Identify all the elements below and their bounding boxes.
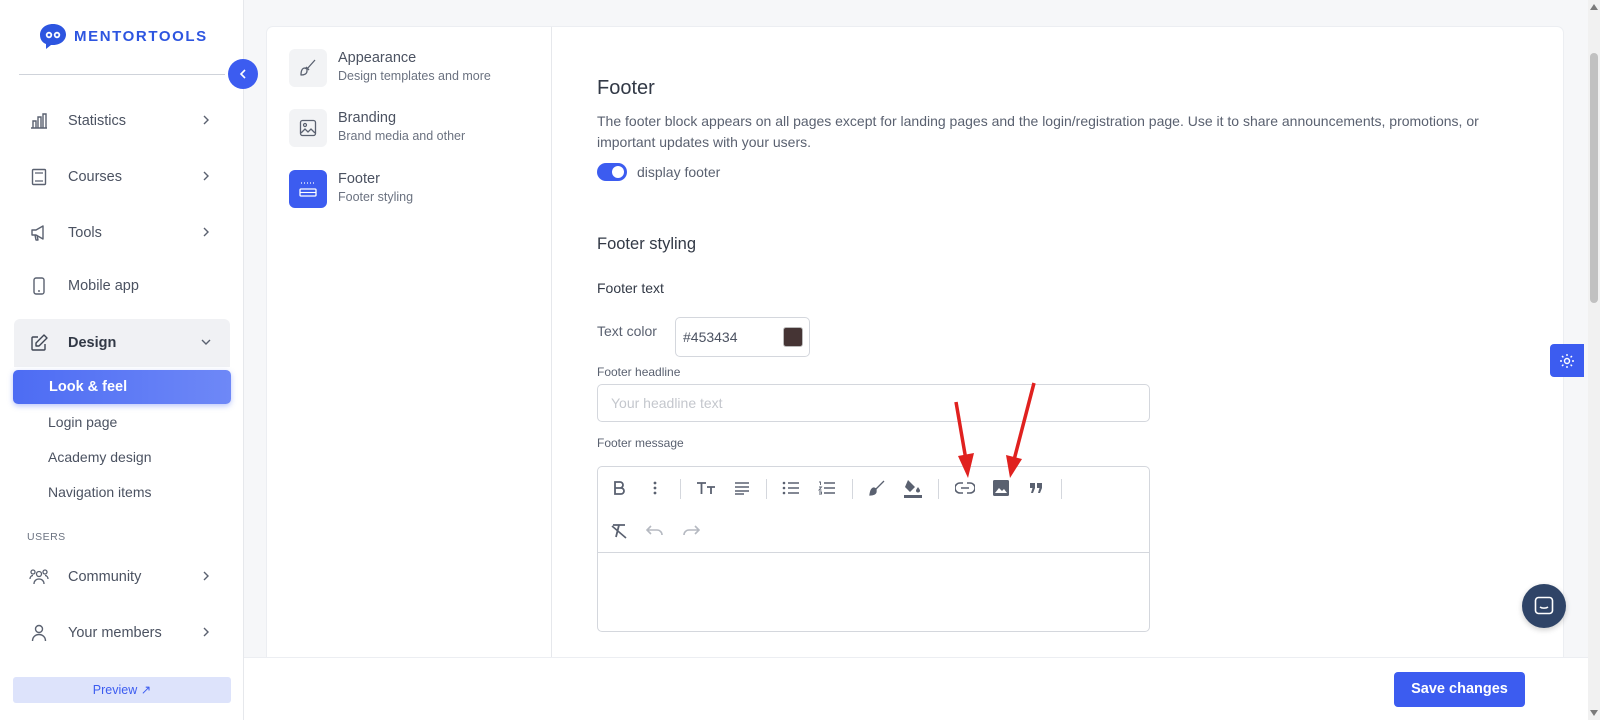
- footer-description: The footer block appears on all pages ex…: [597, 113, 1479, 150]
- user-icon: [28, 622, 50, 644]
- sidebar: MENTORTOOLS Statistics Courses Tools Mob…: [0, 0, 244, 720]
- settings-nav-footer[interactable]: Footer Footer styling: [289, 170, 413, 208]
- quote-icon[interactable]: [1025, 477, 1047, 499]
- page-title: Footer: [597, 77, 655, 99]
- brand-name: MENTORTOOLS: [74, 27, 208, 45]
- settings-nav-title: Appearance: [338, 50, 417, 66]
- footer-settings-panel: Footer The footer block appears on all p…: [597, 27, 1517, 657]
- sidebar-item-statistics[interactable]: Statistics: [14, 97, 230, 145]
- bold-icon[interactable]: [608, 477, 630, 499]
- preview-button[interactable]: Preview ↗: [13, 677, 231, 703]
- settings-nav-subtitle: Brand media and other: [338, 129, 466, 143]
- people-icon: [28, 566, 50, 588]
- display-footer-label: display footer: [637, 164, 721, 180]
- editor-toolbar: [598, 467, 1149, 553]
- phone-icon: [28, 275, 50, 297]
- toolbar-divider: [766, 479, 767, 499]
- undo-icon[interactable]: [644, 520, 666, 542]
- footer-headline-label: Footer headline: [597, 365, 681, 379]
- footer-headline-input[interactable]: [597, 384, 1150, 422]
- chevron-right-icon: [203, 171, 209, 181]
- sidebar-subitem-academy-design[interactable]: Academy design: [48, 449, 152, 465]
- redo-icon[interactable]: [680, 520, 702, 542]
- toolbar-divider: [680, 479, 681, 499]
- scroll-down-arrow-icon[interactable]: [1590, 710, 1598, 716]
- settings-nav: Appearance Design templates and more Bra…: [267, 27, 552, 657]
- settings-fab[interactable]: [1550, 344, 1584, 377]
- section-title-footer-text: Footer text: [597, 280, 664, 296]
- sidebar-item-label: Design: [68, 335, 117, 351]
- chevron-right-icon: [203, 115, 209, 125]
- robot-logo-icon: [40, 24, 66, 49]
- chevron-right-icon: [203, 627, 209, 637]
- chat-icon: [1534, 596, 1554, 615]
- brush-icon: [289, 49, 327, 87]
- settings-nav-title: Branding: [338, 110, 397, 126]
- text-color-field[interactable]: #453434: [675, 317, 810, 357]
- color-swatch[interactable]: [783, 327, 803, 347]
- more-vertical-icon[interactable]: [644, 477, 666, 499]
- link-icon[interactable]: [954, 477, 976, 499]
- divider: [19, 74, 225, 75]
- sidebar-item-label: Your members: [68, 625, 162, 641]
- numbered-list-icon[interactable]: [816, 477, 838, 499]
- sidebar-item-mobile-app[interactable]: Mobile app: [14, 262, 230, 310]
- bullet-list-icon[interactable]: [780, 477, 802, 499]
- settings-nav-appearance[interactable]: Appearance Design templates and more: [289, 49, 491, 87]
- book-icon: [28, 166, 50, 188]
- text-size-icon[interactable]: [695, 477, 717, 499]
- section-title-footer-styling: Footer styling: [597, 235, 697, 253]
- image-icon[interactable]: [990, 477, 1012, 499]
- page-scrollbar[interactable]: [1588, 0, 1600, 720]
- collapse-sidebar-button[interactable]: [228, 59, 258, 89]
- text-color-value: #453434: [683, 329, 738, 345]
- clear-format-icon[interactable]: [608, 520, 630, 542]
- logo[interactable]: MENTORTOOLS: [38, 22, 208, 50]
- sidebar-item-label: Community: [68, 569, 142, 585]
- brush-color-icon[interactable]: [866, 477, 888, 499]
- sidebar-item-design[interactable]: Design: [14, 319, 230, 367]
- footer-message-label: Footer message: [597, 436, 684, 450]
- settings-nav-subtitle: Design templates and more: [338, 69, 491, 83]
- sidebar-item-label: Tools: [68, 225, 102, 241]
- chevron-right-icon: [203, 571, 209, 581]
- footer-layout-icon: [289, 170, 327, 208]
- save-changes-button[interactable]: Save changes: [1394, 672, 1525, 707]
- sidebar-item-courses[interactable]: Courses: [14, 153, 230, 201]
- settings-card: Appearance Design templates and more Bra…: [267, 27, 1563, 657]
- settings-nav-subtitle: Footer styling: [338, 190, 414, 204]
- chat-launcher[interactable]: [1522, 584, 1566, 628]
- sidebar-subitem-navigation-items[interactable]: Navigation items: [48, 484, 152, 500]
- sidebar-subitem-look-and-feel[interactable]: Look & feel: [13, 370, 231, 404]
- megaphone-icon: [28, 222, 50, 244]
- sidebar-item-label: Courses: [68, 169, 122, 185]
- chevron-right-icon: [203, 227, 209, 237]
- footer-message-textarea[interactable]: [598, 553, 1149, 631]
- align-icon[interactable]: [731, 477, 753, 499]
- image-icon: [289, 109, 327, 147]
- section-label-users: USERS: [27, 531, 66, 543]
- gear-icon: [1560, 353, 1574, 368]
- scroll-up-arrow-icon[interactable]: [1590, 4, 1598, 10]
- chevron-left-icon: [239, 69, 246, 79]
- toolbar-divider: [852, 479, 853, 499]
- scrollbar-thumb[interactable]: [1590, 53, 1598, 303]
- text-color-label: Text color: [597, 323, 657, 339]
- toolbar-divider: [938, 479, 939, 499]
- sidebar-item-your-members[interactable]: Your members: [14, 609, 230, 657]
- sidebar-item-tools[interactable]: Tools: [14, 209, 230, 257]
- sidebar-item-community[interactable]: Community: [14, 553, 230, 601]
- chevron-down-icon: [201, 339, 211, 345]
- toolbar-divider: [1061, 479, 1062, 499]
- settings-nav-title: Footer: [338, 171, 380, 187]
- sidebar-item-label: Statistics: [68, 113, 127, 129]
- sidebar-subitem-login-page[interactable]: Login page: [48, 414, 117, 430]
- fill-color-icon[interactable]: [902, 477, 924, 499]
- settings-nav-branding[interactable]: Branding Brand media and other: [289, 109, 465, 147]
- edit-icon: [28, 332, 50, 354]
- footer-message-editor: [597, 466, 1150, 632]
- bar-chart-icon: [28, 110, 50, 132]
- display-footer-toggle[interactable]: [597, 163, 627, 181]
- sidebar-item-label: Mobile app: [68, 278, 139, 294]
